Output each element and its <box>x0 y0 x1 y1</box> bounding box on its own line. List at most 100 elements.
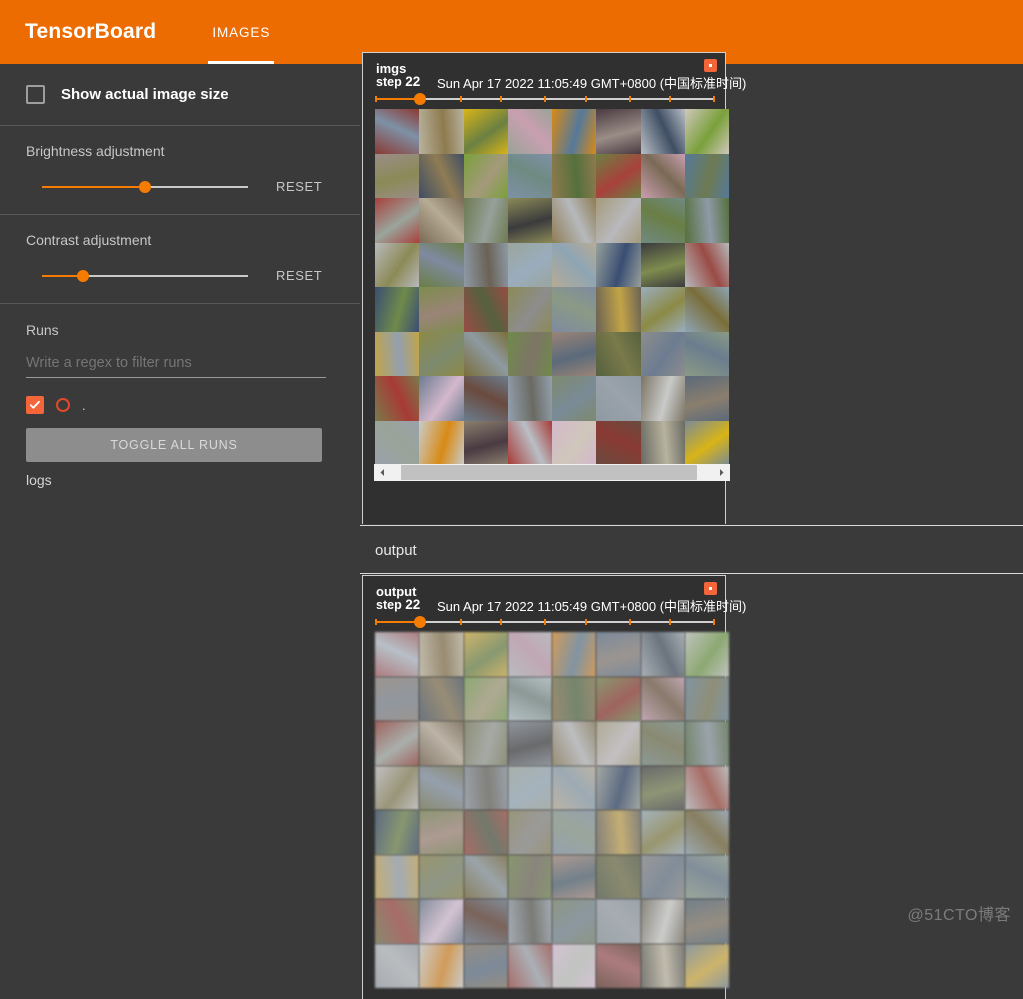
image-thumbnail <box>463 198 508 243</box>
runs-filter-input[interactable] <box>26 355 326 378</box>
run-checkbox-icon[interactable] <box>26 396 44 414</box>
chevron-left-icon[interactable] <box>374 464 391 481</box>
slider-fill <box>42 185 145 188</box>
image-thumbnail <box>640 810 685 855</box>
image-thumbnail <box>463 632 508 677</box>
step-slider-tick <box>669 96 672 102</box>
image-thumbnail <box>419 721 464 766</box>
slider-thumb[interactable] <box>77 269 90 282</box>
image-thumbnail <box>419 854 464 899</box>
image-thumbnail <box>419 632 464 677</box>
image-thumbnail <box>640 287 685 332</box>
image-thumbnail <box>375 854 420 899</box>
image-thumbnail <box>375 810 420 855</box>
step-slider[interactable] <box>375 616 715 628</box>
image-thumbnail <box>552 721 597 766</box>
step-slider-tick <box>584 619 587 625</box>
image-thumbnail <box>507 242 552 287</box>
image-thumbnail <box>596 242 641 287</box>
image-thumbnail <box>375 198 420 243</box>
image-thumbnail <box>640 331 685 376</box>
image-thumbnail <box>463 420 508 465</box>
step-slider-tick <box>669 619 672 625</box>
image-thumbnail <box>640 676 685 721</box>
image-thumbnail <box>596 810 641 855</box>
step-slider-tick <box>544 619 546 625</box>
image-card-timestamp: Sun Apr 17 2022 11:05:49 GMT+0800 (中国标准时… <box>437 599 747 614</box>
contrast-reset-button[interactable]: RESET <box>276 268 322 283</box>
image-thumbnail <box>463 943 508 988</box>
image-thumbnail <box>507 198 552 243</box>
image-thumbnail <box>596 109 641 154</box>
image-thumbnail <box>552 810 597 855</box>
step-slider-tick <box>375 619 377 625</box>
image-thumbnail <box>463 287 508 332</box>
image-thumbnail <box>684 899 729 944</box>
contrast-slider[interactable] <box>42 269 248 283</box>
tab-images[interactable]: IMAGES <box>198 0 284 64</box>
image-thumbnail <box>552 899 597 944</box>
image-thumbnail <box>684 242 729 287</box>
image-thumbnail <box>640 632 685 677</box>
run-color-circle-icon <box>56 398 70 412</box>
horizontal-scrollbar[interactable] <box>374 464 730 481</box>
image-thumbnail <box>463 109 508 154</box>
image-thumbnail <box>507 943 552 988</box>
tab-images-label: IMAGES <box>212 24 271 40</box>
contrast-label: Contrast adjustment <box>26 232 152 248</box>
image-thumbnail <box>684 198 729 243</box>
image-thumbnail <box>684 765 729 810</box>
category-header-output: output <box>360 526 1023 574</box>
image-thumbnail <box>684 287 729 332</box>
image-thumbnail <box>507 721 552 766</box>
contrast-adjustment-block: Contrast adjustment RESET <box>0 215 360 303</box>
image-thumbnail <box>596 376 641 421</box>
scrollbar-thumb[interactable] <box>400 465 697 480</box>
show-actual-image-size-row[interactable]: Show actual image size <box>0 64 360 125</box>
image-thumbnail <box>596 721 641 766</box>
image-thumbnail <box>507 810 552 855</box>
image-grid-imgs[interactable] <box>375 109 729 465</box>
checkbox-icon[interactable] <box>26 85 45 104</box>
image-thumbnail <box>552 153 597 198</box>
step-slider[interactable] <box>375 93 715 105</box>
run-color-chip <box>704 582 717 595</box>
image-thumbnail <box>552 242 597 287</box>
image-thumbnail <box>552 376 597 421</box>
runs-title: Runs <box>26 322 59 338</box>
step-label: step <box>376 598 402 612</box>
image-thumbnail <box>640 109 685 154</box>
chevron-right-icon[interactable] <box>713 464 730 481</box>
image-thumbnail <box>463 376 508 421</box>
image-thumbnail <box>552 420 597 465</box>
slider-thumb[interactable] <box>139 180 151 193</box>
image-thumbnail <box>419 153 464 198</box>
nav-tabs: IMAGES <box>198 0 284 64</box>
step-slider-tick <box>713 619 715 625</box>
section-separator <box>360 573 1023 574</box>
image-thumbnail <box>507 676 552 721</box>
image-thumbnail <box>684 376 729 421</box>
step-slider-tick <box>584 96 587 102</box>
image-thumbnail <box>419 420 464 465</box>
image-thumbnail <box>463 854 508 899</box>
image-thumbnail <box>375 943 420 988</box>
watermark: @51CTO博客 <box>907 907 1011 924</box>
step-slider-tick <box>459 96 462 102</box>
toggle-all-runs-button[interactable]: TOGGLE ALL RUNS <box>26 428 322 462</box>
image-thumbnail <box>552 943 597 988</box>
brightness-slider[interactable] <box>42 180 248 194</box>
scrollbar-track[interactable] <box>391 464 713 481</box>
image-thumbnail <box>684 109 729 154</box>
image-thumbnail <box>463 721 508 766</box>
step-slider-tick <box>459 619 462 625</box>
step-slider-tick <box>418 619 421 625</box>
image-thumbnail <box>463 765 508 810</box>
brightness-reset-button[interactable]: RESET <box>276 179 322 194</box>
image-thumbnail <box>640 721 685 766</box>
run-item-logs[interactable]: logs <box>26 472 334 488</box>
image-thumbnail <box>507 854 552 899</box>
image-thumbnail <box>463 331 508 376</box>
image-thumbnail <box>596 676 641 721</box>
image-thumbnail <box>419 765 464 810</box>
